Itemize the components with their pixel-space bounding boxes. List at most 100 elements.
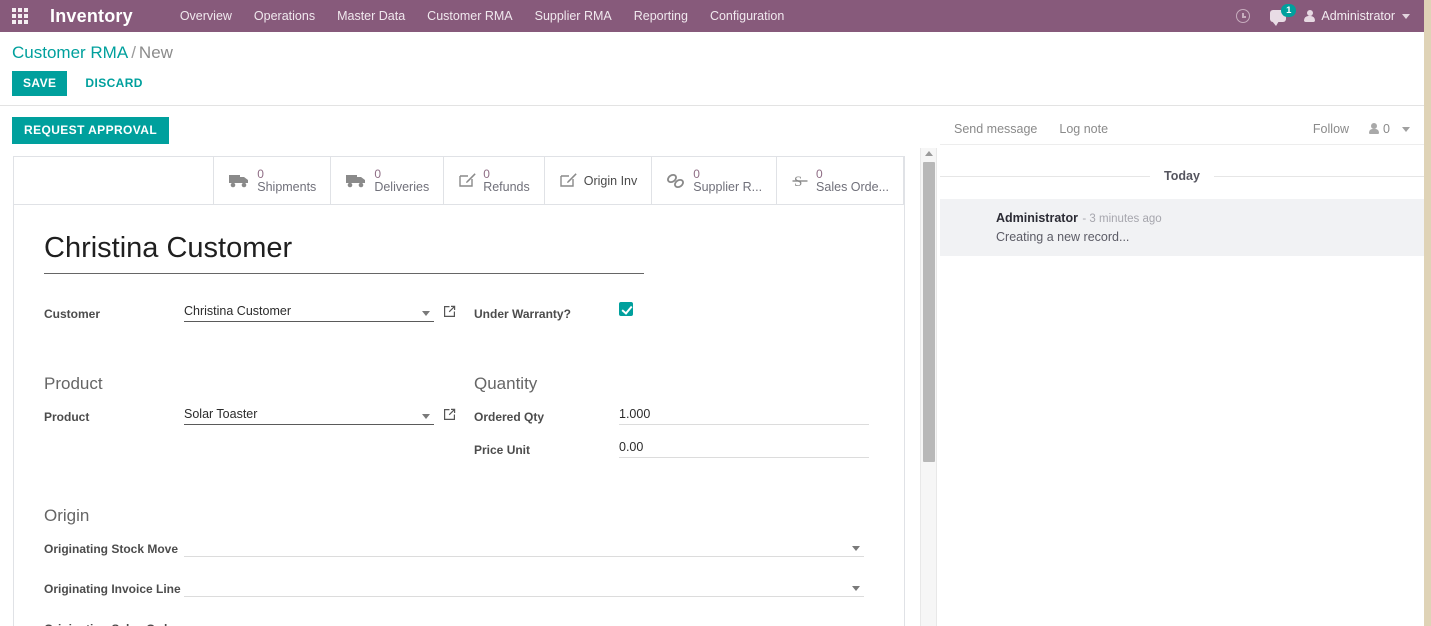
scrollbar-thumb[interactable] [923, 162, 935, 462]
menu-item-overview[interactable]: Overview [169, 0, 243, 32]
stat-button-deliveries[interactable]: 0 Deliveries [331, 157, 445, 204]
price-unit-input[interactable] [619, 438, 869, 458]
stat-button-refunds[interactable]: 0 Refunds [444, 157, 545, 204]
pencil-square-icon [458, 172, 476, 189]
truck-icon [345, 173, 367, 189]
originating-invoice-line-label: Originating Invoice Line [44, 582, 181, 596]
apps-launcher-button[interactable] [0, 0, 40, 32]
stat-label: Refunds [483, 179, 530, 194]
activities-button[interactable] [1226, 0, 1260, 32]
request-approval-button[interactable]: REQUEST APPROVAL [12, 116, 170, 144]
product-group-title: Product [44, 374, 103, 393]
originating-invoice-line-value-wrap [184, 577, 864, 597]
stat-count: 0 [483, 166, 490, 181]
follow-button[interactable]: Follow [1313, 122, 1349, 136]
field-price-unit: Price Unit [474, 438, 874, 463]
odoo-inventory-app: Inventory Overview Operations Master Dat… [0, 0, 1431, 626]
form-sheet: 0 Shipments 0 Deliveries 0 Refunds Origi… [13, 156, 905, 626]
external-link-icon[interactable] [443, 302, 456, 323]
originating-stock-move-input[interactable] [184, 537, 864, 557]
under-warranty-checkbox[interactable] [619, 302, 633, 316]
message-header: Administrator - 3 minutes ago [996, 209, 1410, 227]
chatter-panel: Send message Log note Follow 0 Today Adm… [940, 114, 1424, 626]
stat-button-text: 0 Deliveries [374, 166, 430, 194]
record-title[interactable]: Christina Customer [44, 229, 644, 274]
field-originating-invoice-line: Originating Invoice Line [44, 577, 874, 602]
stat-label: Shipments [257, 179, 317, 194]
customer-col: Customer [44, 302, 474, 327]
clock-icon [1236, 9, 1251, 23]
stat-button-supplier-rma[interactable]: 0 Supplier R... [652, 157, 778, 204]
message-author[interactable]: Administrator [996, 211, 1078, 225]
save-button[interactable]: SAVE [12, 71, 68, 96]
originating-invoice-line-input[interactable] [184, 577, 864, 597]
product-input[interactable] [184, 405, 434, 425]
quantity-group: Quantity Ordered Qty Price Unit [474, 373, 874, 463]
stat-button-text: 0 Supplier R... [693, 167, 763, 194]
breadcrumb: Customer RMA / New [0, 32, 1424, 63]
menu-item-configuration[interactable]: Configuration [699, 0, 795, 32]
product-quantity-groups: Product Product Solar Toaster Quantity O… [44, 373, 874, 463]
chevron-down-icon [1402, 13, 1410, 19]
field-originating-stock-move: Originating Stock Move [44, 537, 874, 562]
stat-button-text: 0 Shipments [257, 166, 317, 194]
followers-icon [1369, 123, 1380, 135]
message-timestamp: - 3 minutes ago [1082, 213, 1162, 225]
stat-count: 0 [257, 166, 264, 181]
chevron-down-icon[interactable] [1402, 126, 1410, 132]
truck-icon [228, 173, 250, 189]
product-value-wrap [184, 405, 434, 425]
menu-item-operations[interactable]: Operations [243, 0, 326, 32]
customer-input[interactable] [184, 302, 434, 322]
originating-stock-move-value-wrap [184, 537, 864, 557]
stat-label: Deliveries [374, 179, 430, 194]
stat-button-text: 0 Sales Orde... [816, 166, 889, 194]
warranty-col: Under Warranty? [474, 302, 633, 327]
form-vertical-scrollbar[interactable] [920, 148, 937, 626]
menu-item-reporting[interactable]: Reporting [623, 0, 699, 32]
chain-link-icon [666, 173, 686, 189]
form-body: Christina Customer Customer Christina Cu… [14, 205, 904, 626]
top-navbar: Inventory Overview Operations Master Dat… [0, 0, 1424, 32]
send-message-button[interactable]: Send message [954, 122, 1037, 136]
originating-stock-move-label: Originating Stock Move [44, 542, 179, 556]
user-menu-label: Administrator [1321, 9, 1395, 23]
product-group: Product Product [44, 373, 474, 463]
origin-group: Origin Originating Stock Move Originatin… [44, 505, 874, 626]
field-originating-sales-order-line: Originating Sales Order Line [44, 617, 874, 626]
date-separator-label: Today [1150, 169, 1214, 183]
stat-button-sales-orders[interactable]: S 0 Sales Orde... [777, 157, 904, 204]
customer-value-wrap [184, 302, 434, 322]
menu-item-customer-rma[interactable]: Customer RMA [416, 0, 523, 32]
navbar-right-tools: 1 Administrator [1226, 0, 1424, 32]
pencil-square-icon [559, 172, 577, 189]
message-body: Creating a new record... [996, 230, 1130, 244]
stat-label: Supplier R... [693, 179, 763, 194]
control-panel-divider [0, 105, 1424, 106]
scroll-up-arrow-icon[interactable] [925, 151, 933, 156]
app-brand-title[interactable]: Inventory [40, 0, 141, 32]
originating-sales-order-line-value-wrap [184, 617, 864, 626]
ordered-qty-value-wrap [619, 405, 869, 425]
messages-button[interactable]: 1 [1260, 0, 1297, 32]
stat-count: 0 [816, 166, 823, 181]
stat-button-shipments[interactable]: 0 Shipments [214, 157, 332, 204]
breadcrumb-root-link[interactable]: Customer RMA [12, 43, 128, 62]
followers-count: 0 [1383, 122, 1390, 136]
menu-item-master-data[interactable]: Master Data [326, 0, 416, 32]
followers-button[interactable]: 0 [1369, 122, 1410, 136]
control-panel: Customer RMA / New SAVE DISCARD [0, 32, 1424, 106]
originating-sales-order-line-input[interactable] [184, 617, 864, 626]
product-label: Product [44, 410, 90, 424]
external-link-icon[interactable] [443, 405, 456, 426]
ordered-qty-input[interactable] [619, 405, 869, 425]
field-under-warranty: Under Warranty? [474, 302, 633, 327]
log-note-button[interactable]: Log note [1059, 122, 1108, 136]
user-menu-button[interactable]: Administrator [1296, 9, 1410, 23]
stat-button-origin-inv[interactable]: Origin Inv [545, 157, 653, 204]
field-customer: Customer [44, 302, 474, 327]
menu-item-supplier-rma[interactable]: Supplier RMA [524, 0, 623, 32]
stat-bar-spacer [14, 157, 215, 204]
discard-button[interactable]: DISCARD [79, 71, 148, 96]
stat-count: 0 [374, 166, 381, 181]
